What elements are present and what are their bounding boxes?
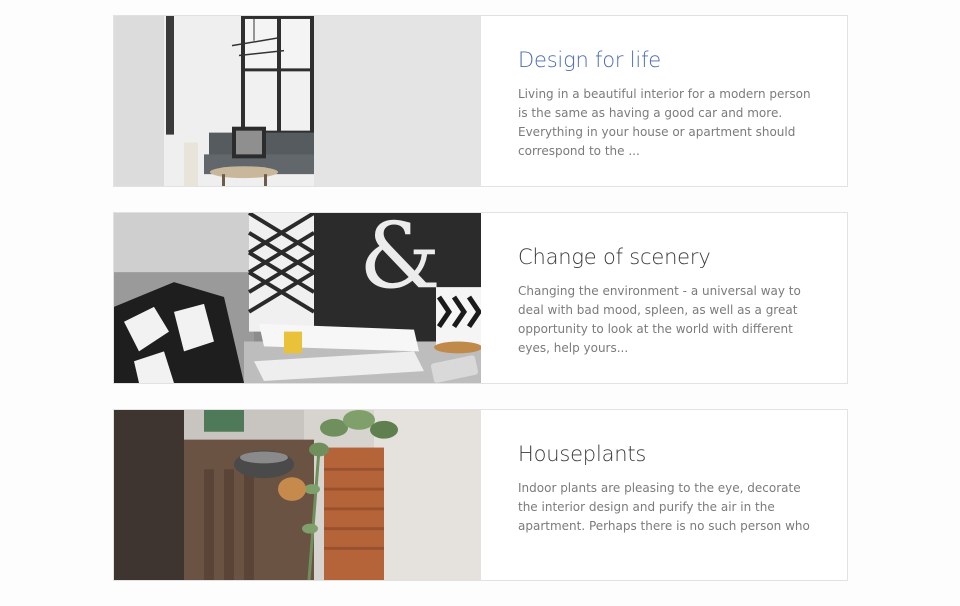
post-excerpt: Living in a beautiful interior for a mod…: [518, 87, 811, 158]
post-body: Houseplants Indoor plants are pleasing t…: [481, 410, 854, 580]
living-room-image[interactable]: [114, 16, 481, 186]
post-card-change-of-scenery[interactable]: & Change of scenery Changing the environ…: [113, 212, 848, 384]
post-card-houseplants[interactable]: Houseplants Indoor plants are pleasing t…: [113, 409, 848, 581]
svg-text:&: &: [359, 213, 441, 309]
post-title[interactable]: Change of scenery: [518, 243, 818, 271]
post-card-design-for-life[interactable]: Design for life Living in a beautiful in…: [113, 15, 848, 187]
post-excerpt: Changing the environment - a universal w…: [518, 284, 801, 355]
post-body: Design for life Living in a beautiful in…: [481, 16, 854, 186]
blog-post-list: Design for life Living in a beautiful in…: [113, 15, 848, 606]
magazines-ampersand-image[interactable]: &: [114, 213, 481, 383]
post-title[interactable]: Houseplants: [518, 440, 818, 468]
post-excerpt: Indoor plants are pleasing to the eye, d…: [518, 481, 810, 533]
post-title[interactable]: Design for life: [518, 46, 818, 74]
houseplants-image[interactable]: [114, 410, 481, 580]
post-body: Change of scenery Changing the environme…: [481, 213, 854, 383]
